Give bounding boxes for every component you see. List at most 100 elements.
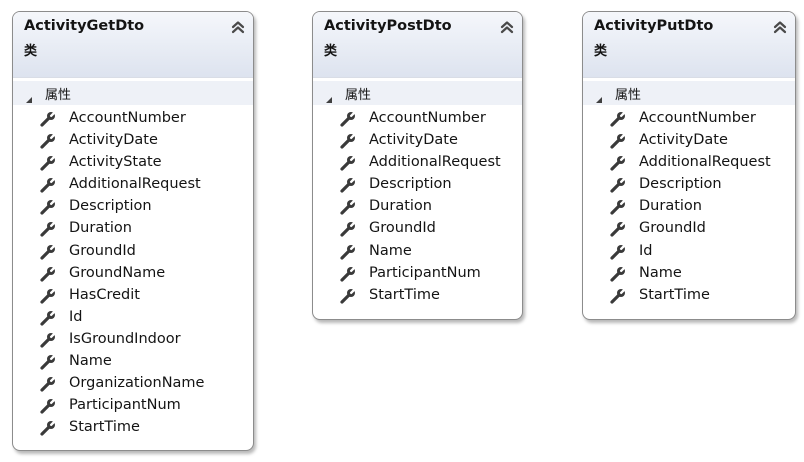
property-item[interactable]: GroundId bbox=[313, 218, 522, 240]
wrench-icon bbox=[39, 330, 58, 349]
class-box-activityputdto[interactable]: ActivityPutDto 类 属性 AccountNumber Activit… bbox=[582, 11, 796, 320]
property-item[interactable]: Description bbox=[583, 174, 795, 196]
property-item[interactable]: StartTime bbox=[313, 285, 522, 307]
property-name: Description bbox=[369, 176, 452, 193]
property-name: Id bbox=[639, 242, 653, 259]
wrench-icon bbox=[339, 131, 358, 150]
property-list: AccountNumber ActivityDate AdditionalReque… bbox=[583, 108, 795, 307]
property-item[interactable]: AccountNumber bbox=[313, 108, 522, 130]
class-box-activitygetdto[interactable]: ActivityGetDto 类 属性 AccountNumber Activit… bbox=[12, 11, 254, 451]
class-name: ActivityPutDto bbox=[594, 18, 714, 34]
wrench-icon bbox=[609, 242, 628, 261]
property-name: AccountNumber bbox=[69, 110, 186, 126]
property-name: AdditionalRequest bbox=[639, 154, 771, 171]
property-item[interactable]: GroundName bbox=[13, 263, 253, 285]
property-item[interactable]: ParticipantNum bbox=[13, 395, 253, 417]
property-item[interactable]: AdditionalRequest bbox=[313, 152, 522, 174]
class-name: ActivityPostDto bbox=[324, 18, 452, 34]
wrench-icon bbox=[39, 220, 58, 238]
class-box-activitypostdto[interactable]: ActivityPostDto 类 属性 AccountNumber Activi… bbox=[312, 11, 523, 320]
property-name: StartTime bbox=[369, 286, 440, 303]
property-item[interactable]: StartTime bbox=[13, 417, 253, 439]
class-name: ActivityGetDto bbox=[24, 18, 145, 34]
wrench-icon bbox=[609, 176, 628, 194]
property-item[interactable]: ActivityDate bbox=[13, 130, 253, 152]
double-chevron-up-icon[interactable] bbox=[231, 19, 245, 34]
property-item[interactable]: AdditionalRequest bbox=[13, 174, 253, 196]
property-item[interactable]: HasCredit bbox=[13, 285, 253, 307]
property-item[interactable]: IsGroundIndoor bbox=[13, 329, 253, 351]
properties-section-label: 属性 bbox=[345, 88, 372, 103]
wrench-icon bbox=[39, 286, 58, 305]
class-header: ActivityPostDto 类 bbox=[313, 12, 522, 78]
property-name: AccountNumber bbox=[639, 110, 756, 126]
property-item[interactable]: Description bbox=[313, 174, 522, 196]
wrench-icon bbox=[39, 374, 58, 393]
wrench-icon bbox=[609, 286, 628, 305]
property-item[interactable]: GroundId bbox=[583, 218, 795, 240]
wrench-icon bbox=[609, 153, 628, 172]
properties-section-header[interactable]: 属性 bbox=[13, 81, 253, 105]
property-item[interactable]: ParticipantNum bbox=[313, 263, 522, 285]
properties-section-header[interactable]: 属性 bbox=[583, 81, 795, 105]
wrench-icon bbox=[39, 153, 58, 172]
property-item[interactable]: ActivityDate bbox=[583, 130, 795, 152]
properties-section-header[interactable]: 属性 bbox=[313, 81, 522, 105]
wrench-icon bbox=[609, 198, 628, 216]
wrench-icon bbox=[339, 176, 358, 194]
expanded-triangle-icon[interactable] bbox=[325, 89, 333, 103]
class-header: ActivityPutDto 类 bbox=[583, 12, 795, 78]
property-item[interactable]: OrganizationName bbox=[13, 373, 253, 395]
property-item[interactable]: ActivityDate bbox=[313, 130, 522, 152]
property-list: AccountNumber ActivityDate AdditionalReque… bbox=[313, 108, 522, 307]
property-item[interactable]: Duration bbox=[13, 218, 253, 240]
property-item[interactable]: Duration bbox=[583, 196, 795, 218]
property-item[interactable]: ActivityState bbox=[13, 152, 253, 174]
property-name: IsGroundIndoor bbox=[69, 330, 181, 347]
double-chevron-up-icon[interactable] bbox=[773, 19, 787, 34]
property-name: Name bbox=[369, 242, 412, 259]
expanded-triangle-icon[interactable] bbox=[25, 89, 33, 103]
double-chevron-up-icon[interactable] bbox=[500, 19, 514, 34]
property-item[interactable]: Name bbox=[13, 351, 253, 373]
wrench-icon bbox=[39, 109, 58, 128]
property-name: ActivityDate bbox=[69, 132, 158, 149]
wrench-icon bbox=[39, 198, 58, 216]
wrench-icon bbox=[609, 220, 628, 238]
property-name: Id bbox=[69, 308, 83, 325]
expanded-triangle-icon[interactable] bbox=[595, 89, 603, 103]
wrench-icon bbox=[609, 109, 628, 128]
wrench-icon bbox=[339, 286, 358, 305]
wrench-icon bbox=[39, 352, 58, 371]
property-item[interactable]: Name bbox=[313, 241, 522, 263]
property-item[interactable]: Duration bbox=[313, 196, 522, 218]
property-name: Name bbox=[69, 353, 112, 370]
property-name: Duration bbox=[69, 220, 132, 237]
wrench-icon bbox=[339, 242, 358, 261]
wrench-icon bbox=[609, 264, 628, 283]
property-item[interactable]: GroundId bbox=[13, 241, 253, 263]
wrench-icon bbox=[39, 397, 58, 415]
class-kind: 类 bbox=[24, 44, 38, 59]
property-name: StartTime bbox=[639, 286, 710, 303]
property-name: ActivityState bbox=[69, 154, 162, 171]
property-item[interactable]: Name bbox=[583, 263, 795, 285]
wrench-icon bbox=[339, 220, 358, 238]
property-name: GroundId bbox=[369, 220, 436, 237]
property-item[interactable]: Id bbox=[13, 307, 253, 329]
class-header: ActivityGetDto 类 bbox=[13, 12, 253, 78]
properties-section-label: 属性 bbox=[45, 88, 72, 103]
property-name: Description bbox=[69, 198, 152, 215]
property-item[interactable]: Id bbox=[583, 241, 795, 263]
property-name: ParticipantNum bbox=[369, 264, 481, 281]
property-name: GroundId bbox=[639, 220, 706, 237]
property-item[interactable]: StartTime bbox=[583, 285, 795, 307]
property-name: ParticipantNum bbox=[69, 397, 181, 414]
property-item[interactable]: AdditionalRequest bbox=[583, 152, 795, 174]
property-item[interactable]: Description bbox=[13, 196, 253, 218]
property-item[interactable]: AccountNumber bbox=[583, 108, 795, 130]
property-name: GroundId bbox=[69, 242, 136, 259]
wrench-icon bbox=[339, 153, 358, 172]
property-item[interactable]: AccountNumber bbox=[13, 108, 253, 130]
property-name: Duration bbox=[639, 198, 702, 215]
